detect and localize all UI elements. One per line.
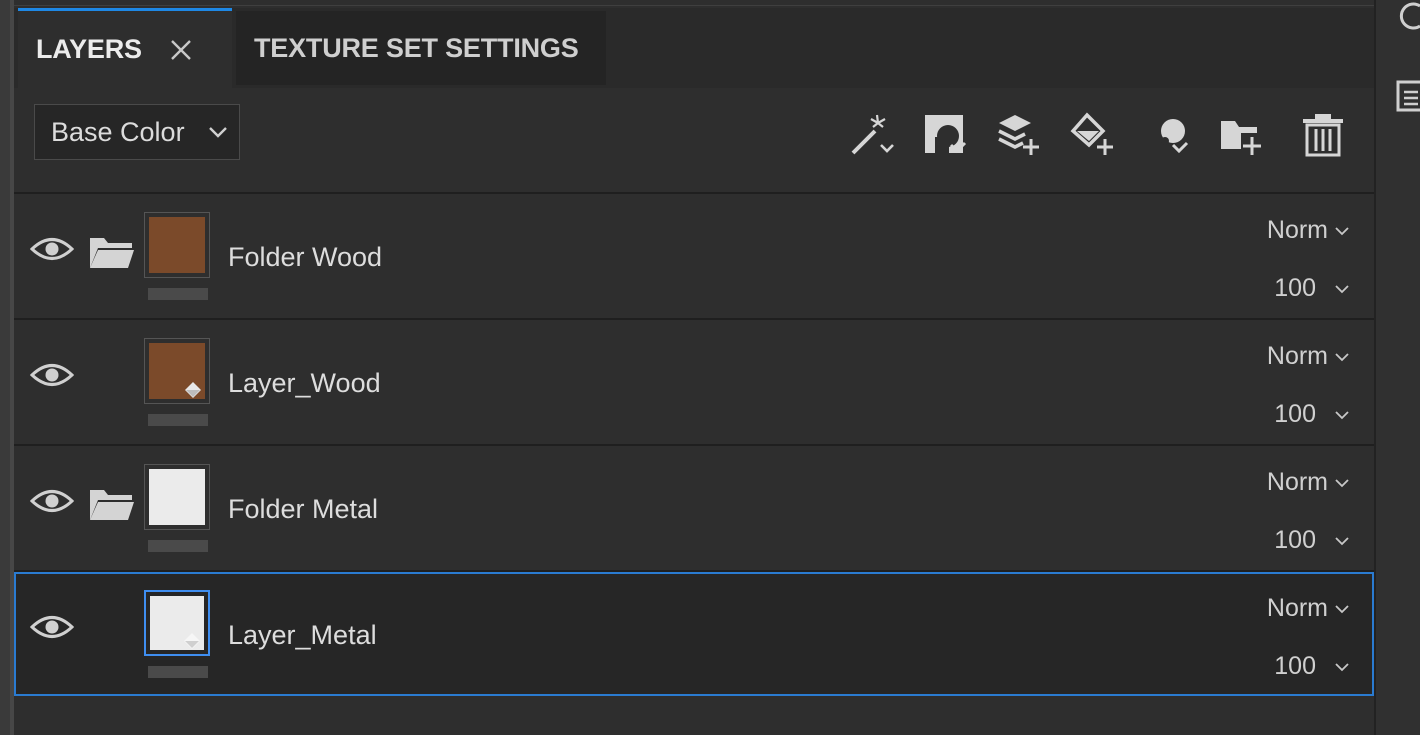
blend-mode-value: Norm	[1266, 216, 1328, 244]
top-divider	[14, 5, 1374, 6]
blend-mode-value: Norm	[1266, 468, 1328, 496]
tab-layers[interactable]: LAYERS	[18, 8, 232, 88]
opacity-dropdown[interactable]: 100	[1274, 652, 1350, 681]
opacity-value: 100	[1274, 526, 1316, 554]
add-layer-icon[interactable]	[994, 110, 1044, 160]
opacity-dropdown[interactable]: 100	[1274, 400, 1350, 429]
blend-mode-dropdown[interactable]: Norm	[1267, 594, 1350, 623]
tab-layers-label: LAYERS	[36, 34, 142, 64]
eye-icon[interactable]	[30, 232, 74, 266]
channel-dropdown[interactable]: Base Color	[34, 104, 240, 160]
blend-mode-dropdown[interactable]: Norm	[1267, 342, 1350, 371]
folder-icon	[90, 490, 134, 520]
mask-bar	[148, 540, 208, 552]
opacity-value: 100	[1274, 652, 1316, 680]
chevron-down-icon	[1335, 226, 1349, 235]
chevron-down-icon	[209, 127, 227, 138]
eye-icon[interactable]	[30, 484, 74, 518]
layer-thumbnail[interactable]	[144, 338, 210, 404]
opacity-dropdown[interactable]: 100	[1274, 526, 1350, 555]
layers-toolbar: Base Color	[14, 88, 1374, 192]
add-folder-icon[interactable]	[1216, 110, 1266, 160]
fill-bucket-icon	[184, 633, 200, 649]
add-mask-icon[interactable]	[920, 110, 970, 160]
layer-name[interactable]: Layer_Wood	[228, 368, 381, 399]
tab-bar: LAYERS TEXTURE SET SETTINGS	[14, 8, 1374, 88]
magic-wand-icon[interactable]	[846, 110, 896, 160]
chevron-down-icon	[1335, 604, 1349, 613]
layer-thumbnail[interactable]	[144, 212, 210, 278]
layer-row[interactable]: Folder Metal Norm 100	[14, 446, 1374, 570]
layers-panel: LAYERS TEXTURE SET SETTINGS Base Color F…	[14, 0, 1374, 735]
layer-row-selected[interactable]: Layer_Metal Norm 100	[14, 572, 1374, 696]
tab-texture-set-label: TEXTURE SET SETTINGS	[254, 32, 579, 63]
mask-bar	[148, 666, 208, 678]
chevron-down-icon	[1335, 352, 1349, 361]
thumb-swatch	[149, 469, 205, 525]
eye-icon[interactable]	[30, 358, 74, 392]
chevron-down-icon	[1335, 478, 1349, 487]
chevron-down-icon	[1335, 536, 1349, 545]
delete-icon[interactable]	[1298, 110, 1348, 160]
left-window-edge	[0, 0, 14, 735]
chevron-down-icon	[1335, 662, 1349, 671]
clipboard-icon[interactable]	[1394, 78, 1420, 112]
blend-mode-dropdown[interactable]: Norm	[1267, 468, 1350, 497]
mask-bar	[148, 414, 208, 426]
thumb-swatch	[149, 217, 205, 273]
blend-mode-value: Norm	[1266, 594, 1328, 622]
layer-name[interactable]: Folder Wood	[228, 242, 382, 273]
layer-row[interactable]: Layer_Wood Norm 100	[14, 320, 1374, 444]
chevron-down-icon	[1335, 410, 1349, 419]
folder-icon	[90, 238, 134, 268]
layer-thumbnail[interactable]	[144, 464, 210, 530]
opacity-dropdown[interactable]: 100	[1274, 274, 1350, 303]
layer-name[interactable]: Layer_Metal	[228, 620, 377, 651]
eye-icon[interactable]	[30, 610, 74, 644]
layer-row[interactable]: Folder Wood Norm 100	[14, 194, 1374, 318]
refresh-icon[interactable]	[1394, 0, 1420, 34]
opacity-value: 100	[1274, 274, 1316, 302]
layer-thumbnail[interactable]	[144, 590, 210, 656]
layer-name[interactable]: Folder Metal	[228, 494, 378, 525]
add-fill-layer-icon[interactable]	[1068, 110, 1118, 160]
blend-mode-value: Norm	[1266, 342, 1328, 370]
add-effect-icon[interactable]	[1142, 110, 1192, 160]
close-icon[interactable]	[168, 37, 194, 63]
tab-texture-set-settings[interactable]: TEXTURE SET SETTINGS	[236, 11, 606, 85]
channel-dropdown-value: Base Color	[51, 116, 185, 147]
blend-mode-dropdown[interactable]: Norm	[1267, 216, 1350, 245]
fill-bucket-icon	[185, 382, 201, 398]
chevron-down-icon	[1335, 284, 1349, 293]
mask-bar	[148, 288, 208, 300]
right-side-toolbar	[1374, 0, 1420, 735]
opacity-value: 100	[1274, 400, 1316, 428]
